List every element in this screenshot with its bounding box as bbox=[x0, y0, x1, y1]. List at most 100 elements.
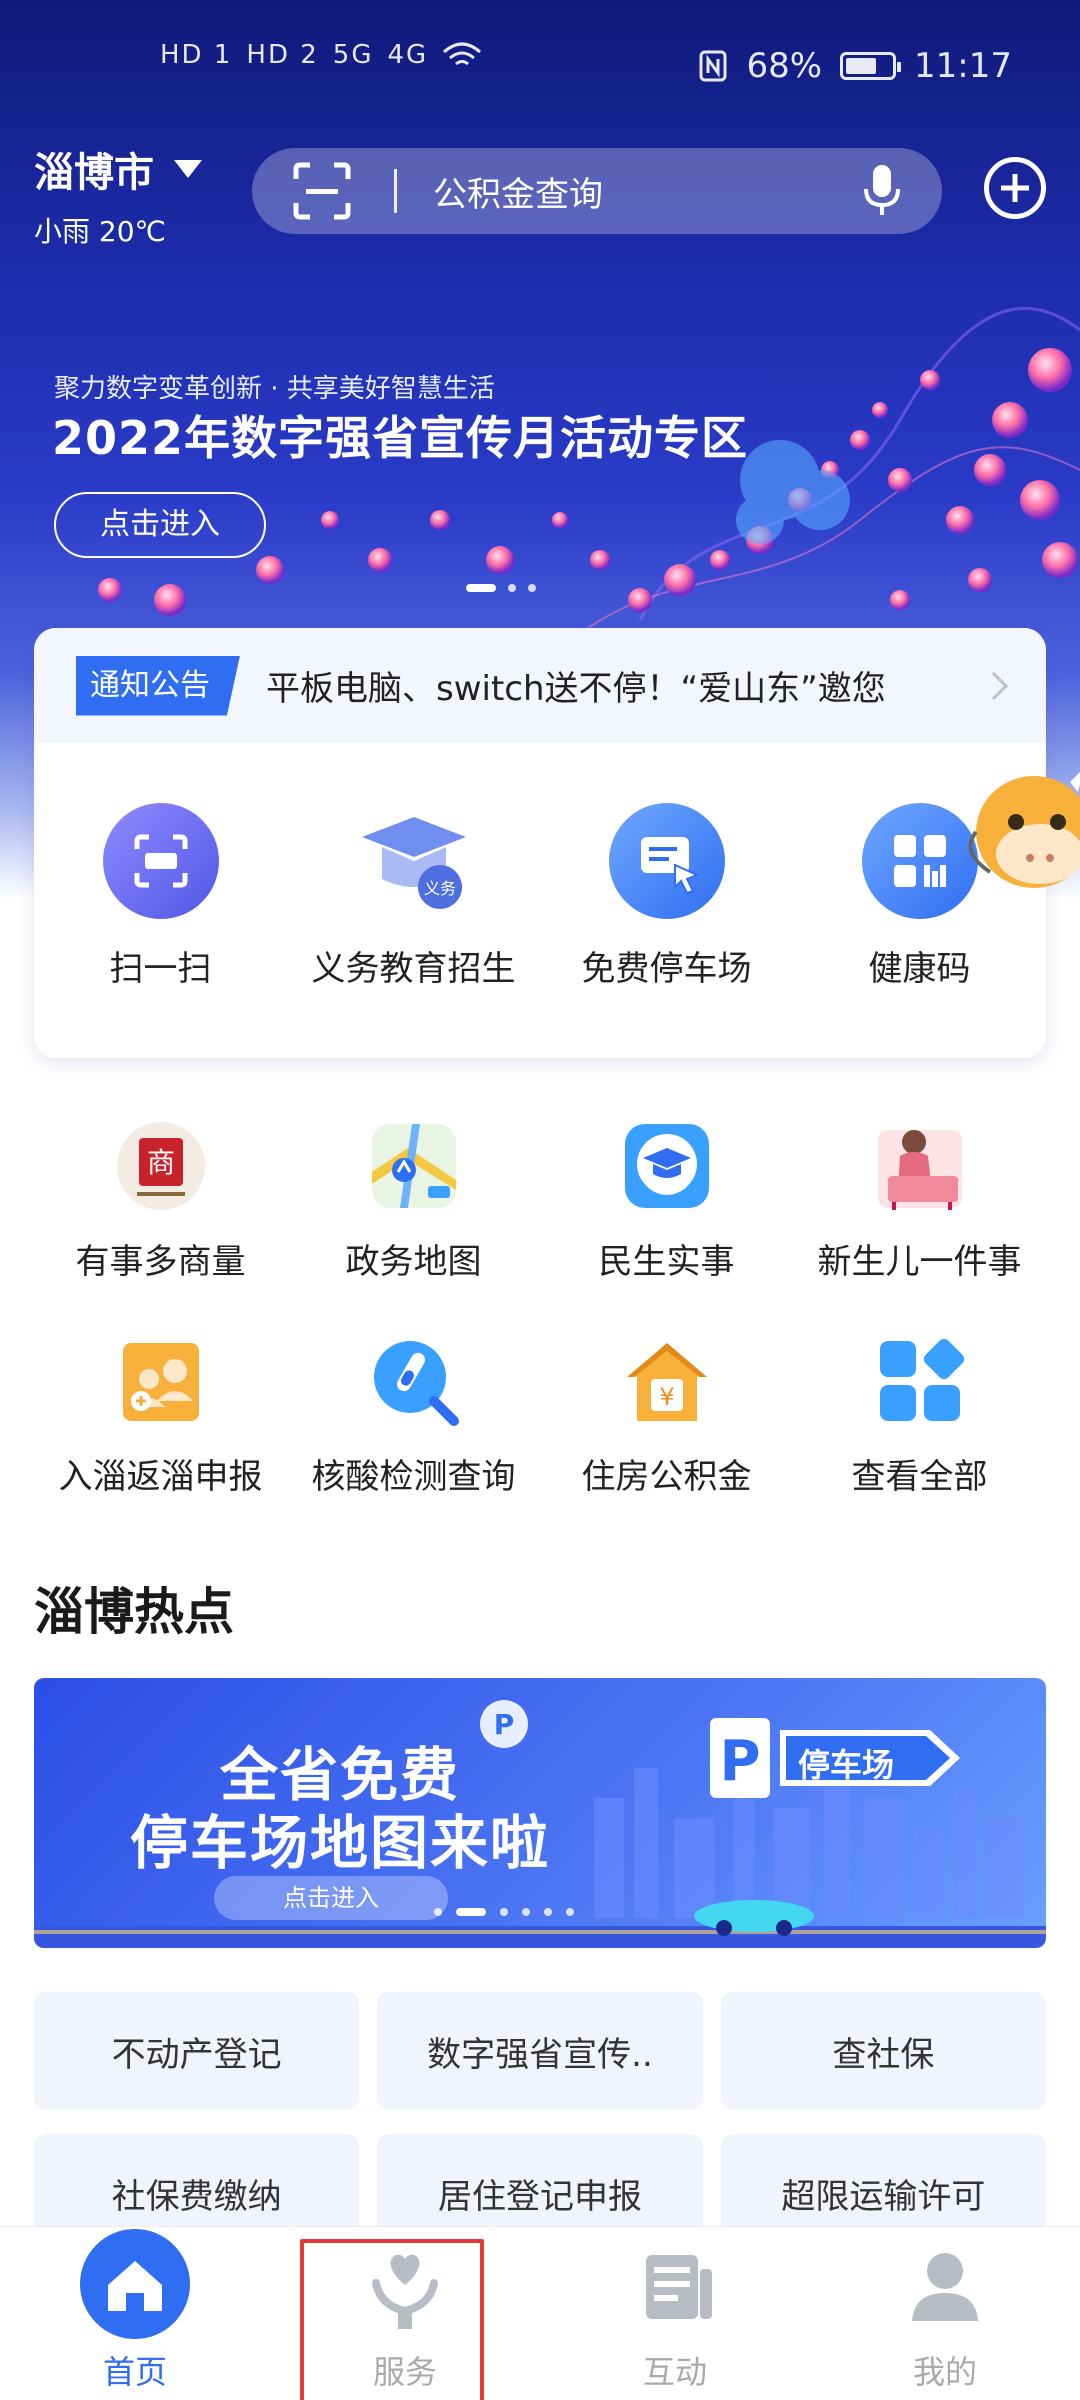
people-report-icon bbox=[122, 1343, 199, 1421]
nav-label: 互动 bbox=[642, 2353, 707, 2391]
service-row: 商 有事多商量 政务地图 民生实事 新生儿一件事 bbox=[34, 1120, 1046, 1283]
carousel-dot bbox=[434, 1908, 442, 1916]
service-item[interactable]: 核酸检测查询 bbox=[289, 1335, 539, 1498]
hot-banner-button[interactable]: 点击进入 bbox=[214, 1876, 448, 1920]
test-tube-search-icon bbox=[373, 1341, 459, 1426]
house-yuan-icon: ¥ bbox=[626, 1343, 707, 1421]
quick-item-education[interactable]: 义务 义务教育招生 bbox=[299, 803, 529, 990]
service-label: 民生实事 bbox=[598, 1242, 735, 1282]
service-label: 有事多商量 bbox=[75, 1242, 246, 1282]
sim1-label: HD 1 bbox=[160, 40, 233, 70]
service-item[interactable]: 商 有事多商量 bbox=[36, 1120, 286, 1283]
chevron-right-icon[interactable] bbox=[979, 671, 1009, 700]
weather-text: 小雨 20℃ bbox=[34, 215, 166, 248]
parking-sign-icon bbox=[608, 803, 725, 919]
news-icon bbox=[646, 2255, 712, 2319]
hot-carousel-indicator bbox=[434, 1908, 574, 1916]
nfc-icon bbox=[699, 50, 727, 82]
seal-icon: 商 bbox=[116, 1122, 205, 1210]
parking-sign-text: 停车场 bbox=[798, 1746, 895, 1784]
app-screen: HD 1 HD 2 5G 4G 68% 11:17 淄博市 小雨 20℃ 公积金… bbox=[0, 0, 1080, 2400]
service-item[interactable]: 政务地图 bbox=[289, 1120, 539, 1283]
search-divider bbox=[394, 169, 397, 213]
nav-mine[interactable]: 我的 bbox=[810, 2227, 1080, 2400]
service-label: 政务地图 bbox=[345, 1242, 482, 1282]
hot-banner-line2: 停车场地图来啦 bbox=[130, 1809, 551, 1877]
mascot-calf-icon[interactable] bbox=[950, 762, 1080, 932]
carousel-dot-active bbox=[466, 584, 496, 592]
network-5g-label: 5G bbox=[332, 40, 374, 70]
status-bar: HD 1 HD 2 5G 4G 68% 11:17 bbox=[0, 0, 1080, 135]
service-item[interactable]: ¥ 住房公积金 bbox=[542, 1335, 792, 1498]
hero-title[interactable]: 2022年数字强省宣传月活动专区 bbox=[52, 402, 748, 468]
service-label: 新生儿一件事 bbox=[817, 1242, 1022, 1282]
service-row: 入淄返淄申报 核酸检测查询 ¥ 住房公积金 查看全部 bbox=[34, 1335, 1046, 1498]
nav-label: 我的 bbox=[912, 2353, 977, 2391]
sim2-label: HD 2 bbox=[246, 40, 319, 70]
nav-interact[interactable]: 互动 bbox=[540, 2227, 810, 2400]
all-apps-icon bbox=[879, 1338, 964, 1421]
quick-actions: 扫一扫 义务 义务教育招生 免费停车场 健康码 bbox=[34, 743, 1046, 990]
service-label: 核酸检测查询 bbox=[311, 1457, 516, 1497]
add-button[interactable] bbox=[984, 157, 1046, 219]
carousel-dot bbox=[528, 584, 536, 592]
signal-indicators: HD 1 HD 2 5G 4G bbox=[160, 40, 482, 70]
microphone-icon[interactable] bbox=[862, 163, 902, 219]
service-heart-hand-icon bbox=[372, 2254, 438, 2329]
graduation-cap-icon: 义务 bbox=[361, 817, 466, 909]
service-label: 住房公积金 bbox=[581, 1457, 752, 1497]
carousel-dot bbox=[566, 1908, 574, 1916]
quick-label: 健康码 bbox=[868, 949, 971, 989]
search-bar[interactable]: 公积金查询 bbox=[252, 148, 942, 234]
search-input[interactable]: 公积金查询 bbox=[433, 167, 862, 216]
mortarboard-icon bbox=[624, 1124, 709, 1208]
hero-subtitle: 聚力数字变革创新 · 共享美好智慧生活 bbox=[54, 374, 495, 404]
chip-social-security[interactable]: 查社保 bbox=[720, 1992, 1046, 2110]
svg-text:¥: ¥ bbox=[659, 1383, 674, 1411]
service-label: 查看全部 bbox=[851, 1457, 988, 1497]
svg-text:P: P bbox=[494, 1708, 515, 1741]
city-name[interactable]: 淄博市 bbox=[34, 140, 154, 198]
chip-real-estate[interactable]: 不动产登记 bbox=[34, 1992, 360, 2110]
nav-label: 服务 bbox=[372, 2353, 437, 2391]
shortcut-chips: 不动产登记 数字强省宣传.. 查社保 社保费缴纳 居住登记申报 超限运输许可 bbox=[34, 1992, 1046, 2252]
status-right: 68% 11:17 bbox=[698, 46, 1012, 86]
service-item[interactable]: 入淄返淄申报 bbox=[36, 1335, 286, 1498]
quick-item-parking[interactable]: 免费停车场 bbox=[552, 803, 782, 990]
carousel-dot bbox=[508, 584, 516, 592]
battery-percent: 68% bbox=[746, 46, 823, 86]
svg-text:义务: 义务 bbox=[423, 879, 455, 898]
quick-label: 义务教育招生 bbox=[311, 949, 516, 989]
scan-icon[interactable] bbox=[292, 161, 352, 221]
network-4g-label: 4G bbox=[387, 40, 429, 70]
notice-bar[interactable]: 通知公告 平板电脑、switch送不停！“爱山东”邀您 bbox=[34, 628, 1046, 743]
hot-banner[interactable]: P P 停车场 全省免费 停车场地图来啦 点击进入 bbox=[34, 1678, 1046, 1948]
svg-text:P: P bbox=[719, 1729, 760, 1794]
hot-section-title: 淄博热点 bbox=[34, 1583, 234, 1641]
quick-actions-card: 通知公告 平板电脑、switch送不停！“爱山东”邀您 扫一扫 义务 义务教育招… bbox=[34, 628, 1046, 1058]
nav-home[interactable]: 首页 bbox=[0, 2227, 270, 2400]
city-selector[interactable]: 淄博市 小雨 20℃ bbox=[34, 140, 202, 250]
map-icon bbox=[371, 1124, 456, 1208]
nav-label: 首页 bbox=[102, 2353, 167, 2391]
service-item[interactable]: 民生实事 bbox=[542, 1120, 792, 1283]
battery-icon bbox=[840, 52, 902, 80]
hero-enter-button[interactable]: 点击进入 bbox=[54, 492, 266, 558]
svg-text:商: 商 bbox=[146, 1146, 174, 1179]
service-label: 入淄返淄申报 bbox=[58, 1457, 263, 1497]
notice-text[interactable]: 平板电脑、switch送不停！“爱山东”邀您 bbox=[266, 661, 984, 710]
nav-service[interactable]: 服务 bbox=[270, 2227, 540, 2400]
clock: 11:17 bbox=[914, 46, 1012, 86]
dropdown-triangle-icon[interactable] bbox=[174, 160, 202, 178]
service-item[interactable]: 新生儿一件事 bbox=[795, 1120, 1045, 1283]
service-item[interactable]: 查看全部 bbox=[795, 1335, 1045, 1498]
mother-baby-icon bbox=[877, 1130, 962, 1210]
home-icon bbox=[80, 2229, 190, 2339]
wifi-icon bbox=[443, 42, 482, 66]
chip-digital-province[interactable]: 数字强省宣传.. bbox=[377, 1992, 703, 2110]
hero-carousel-indicator bbox=[466, 584, 536, 592]
quick-item-scan[interactable]: 扫一扫 bbox=[46, 803, 276, 990]
bottom-navigation: 首页 服务 互动 我的 bbox=[0, 2226, 1080, 2400]
quick-label: 免费停车场 bbox=[581, 949, 752, 989]
carousel-dot bbox=[522, 1908, 530, 1916]
